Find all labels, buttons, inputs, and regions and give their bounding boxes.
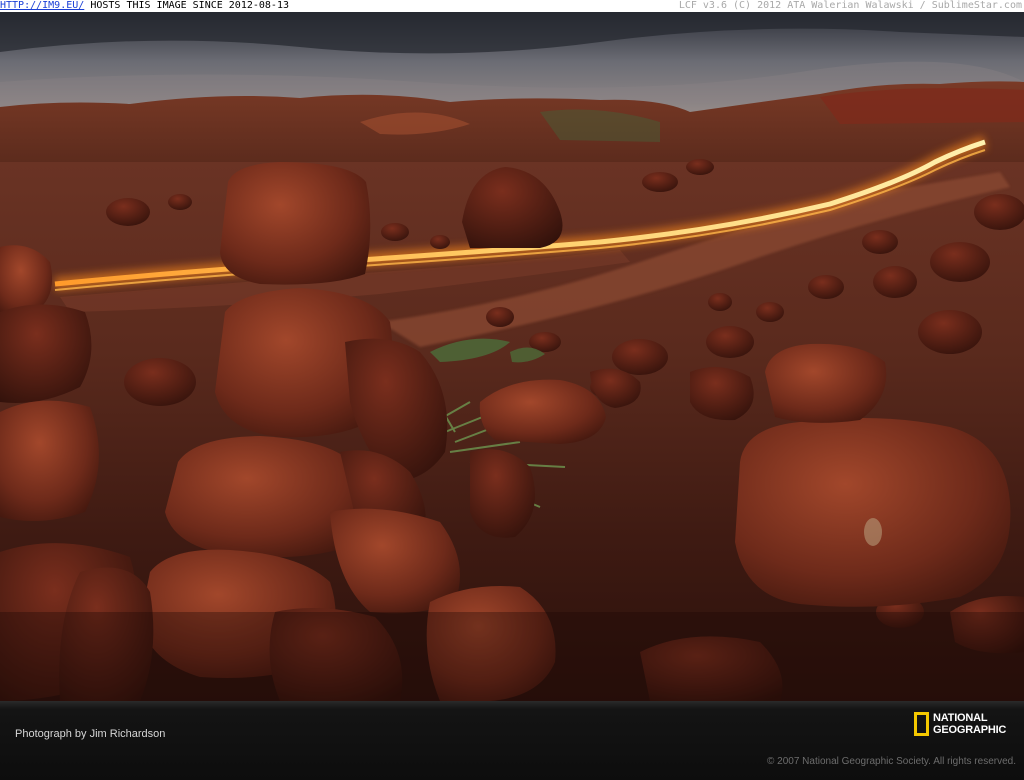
landscape-photo <box>0 12 1024 701</box>
hosting-link[interactable]: HTTP://IM9.EU/ <box>0 0 84 11</box>
logo-line-1: NATIONAL <box>933 712 988 724</box>
copyright-notice: © 2007 National Geographic Society. All … <box>767 756 1016 767</box>
national-geographic-logo: NATIONAL GEOGRAPHIC <box>914 712 1006 736</box>
wallpaper-page: HTTP://IM9.EU/ HOSTS THIS IMAGE SINCE 20… <box>0 0 1024 780</box>
caption-bar: Photograph by Jim Richardson NATIONAL GE… <box>0 701 1024 780</box>
photo-credit: Photograph by Jim Richardson <box>15 728 166 740</box>
yellow-frame-icon <box>914 712 929 736</box>
logo-line-2: GEOGRAPHIC <box>933 724 1007 736</box>
banner-credit-text: LCF v3.6 (C) 2012 ATA Walerian Walawski … <box>678 0 1022 11</box>
hosting-banner: HTTP://IM9.EU/ HOSTS THIS IMAGE SINCE 20… <box>0 0 1024 12</box>
hosts-since-text: HOSTS THIS IMAGE SINCE 2012-08-13 <box>84 0 289 11</box>
logo-wordmark: NATIONAL GEOGRAPHIC <box>933 712 1006 736</box>
banner-left: HTTP://IM9.EU/ HOSTS THIS IMAGE SINCE 20… <box>0 0 289 12</box>
